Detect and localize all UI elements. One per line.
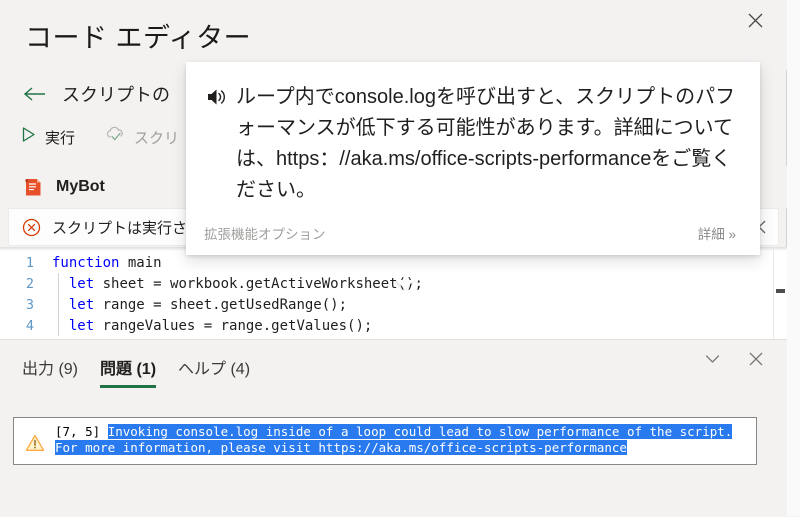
code-line-text: let sheet = workbook.getActiveWorksheet(…	[68, 275, 423, 292]
tooltip-footer: 拡張機能オプション 詳細 »	[204, 223, 736, 247]
warning-triangle-icon	[24, 432, 46, 454]
problem-location: [7, 5]	[55, 424, 101, 439]
problem-message: Invoking console.log inside of a loop co…	[55, 424, 733, 455]
code-line[interactable]: 3 let range = sheet.getUsedRange();	[0, 294, 787, 315]
tab-output[interactable]: 出力 (9)	[22, 355, 78, 388]
pane-close-button[interactable]	[739, 4, 771, 36]
line-number: 1	[25, 254, 34, 271]
tooltip-body: ループ内でconsole.logを呼び出すと、スクリプトのパフォーマンスが低下す…	[204, 82, 736, 206]
page-title: コード エディター	[25, 23, 252, 53]
line-number: 3	[25, 296, 34, 313]
editor-scrollbar[interactable]	[776, 289, 785, 293]
play-triangle-icon	[20, 126, 37, 148]
console-close-button[interactable]	[743, 346, 769, 372]
run-button[interactable]: 実行	[10, 121, 85, 153]
script-document-icon	[22, 176, 44, 198]
console-tablist: 出力 (9) 問題 (1) ヘルプ (4)	[0, 340, 250, 388]
line-number: 4	[25, 317, 34, 334]
problem-list: [7, 5] Invoking console.log inside of a …	[13, 417, 757, 465]
console-collapse-button[interactable]	[699, 346, 725, 372]
console-panel: 出力 (9) 問題 (1) ヘルプ (4) [7, 5] Invoking co…	[0, 339, 787, 517]
script-name-label: MyBot	[56, 178, 105, 195]
code-line-text: let range = sheet.getUsedRange();	[68, 296, 348, 313]
editor-right-rule	[773, 247, 774, 339]
code-line-text: let rangeValues = range.getValues();	[68, 317, 373, 334]
list-item[interactable]: [7, 5] Invoking console.log inside of a …	[14, 422, 756, 460]
message-bar-text: スクリプトは実行さ	[52, 219, 188, 237]
code-line[interactable]: 2 let sheet = workbook.getActiveWorkshee…	[0, 273, 787, 294]
indent-guide	[58, 273, 59, 336]
tooltip-extension-options-label: 拡張機能オプション	[204, 227, 326, 242]
error-circle-x-icon	[21, 217, 41, 237]
close-icon	[749, 352, 763, 366]
save-label: スクリ	[134, 129, 180, 147]
tab-problems[interactable]: 問題 (1)	[100, 355, 157, 388]
run-label: 実行	[45, 129, 76, 147]
breadcrumb-label: スクリプトの	[62, 85, 170, 105]
arrow-left-icon	[23, 87, 45, 101]
pane-header: コード エディター	[0, 0, 787, 70]
hover-tooltip: ループ内でconsole.logを呼び出すと、スクリプトのパフォーマンスが低下す…	[186, 62, 760, 255]
code-line[interactable]: 1 function main	[0, 252, 787, 273]
close-icon	[748, 13, 762, 27]
tab-help[interactable]: ヘルプ (4)	[178, 355, 250, 388]
code-line-text: function main	[52, 254, 162, 271]
code-line[interactable]: 4 let rangeValues = range.getValues();	[0, 315, 787, 336]
cloud-check-icon	[105, 126, 126, 148]
problem-text: [7, 5] Invoking console.log inside of a …	[55, 424, 750, 456]
line-number: 2	[25, 275, 34, 292]
console-actions	[699, 346, 769, 372]
tooltip-text: ループ内でconsole.logを呼び出すと、スクリプトのパフォーマンスが低下す…	[236, 86, 736, 201]
tooltip-details-link[interactable]: 詳細 »	[698, 223, 736, 243]
tooltip-beak	[395, 280, 415, 291]
speaker-sound-icon[interactable]	[204, 84, 230, 110]
save-script-button[interactable]: スクリ	[95, 121, 189, 153]
pane-scrollbar[interactable]	[787, 0, 800, 516]
code-editor[interactable]: 1 function main 2 let sheet = workbook.g…	[0, 247, 787, 339]
back-button[interactable]	[22, 81, 48, 107]
chevron-down-icon	[705, 355, 719, 363]
